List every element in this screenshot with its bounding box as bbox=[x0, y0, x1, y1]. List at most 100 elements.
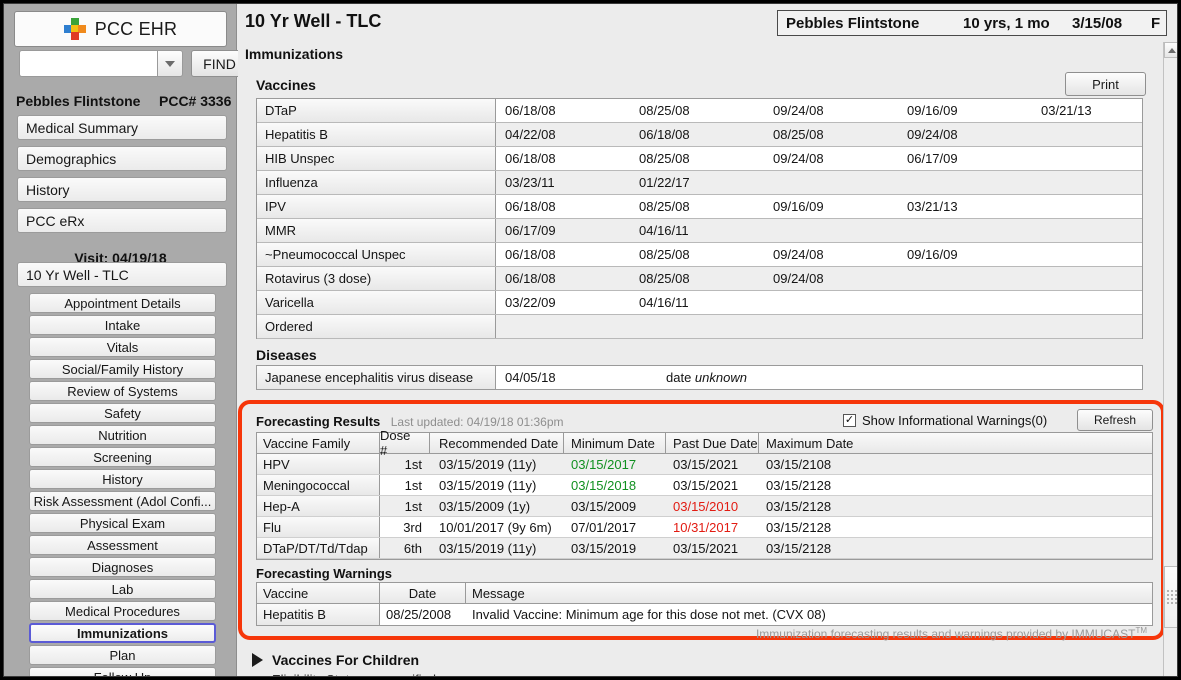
vaccine-date: 09/24/08 bbox=[773, 271, 824, 286]
vaccine-date: 06/17/09 bbox=[907, 151, 958, 166]
table-row[interactable]: Hep-A 1st 03/15/2009 (1y) 03/15/2009 03/… bbox=[257, 496, 1152, 517]
sidebar-item-intake[interactable]: Intake bbox=[29, 315, 216, 335]
vaccine-date: 04/16/11 bbox=[639, 223, 689, 238]
sidebar-item-nutrition[interactable]: Nutrition bbox=[29, 425, 216, 445]
vaccine-date: 09/24/08 bbox=[773, 247, 824, 262]
vaccines-section-title: Vaccines bbox=[256, 77, 316, 93]
pcc-cross-logo-icon bbox=[63, 18, 86, 40]
table-row[interactable]: MMR 06/17/09 04/16/11 bbox=[257, 219, 1142, 243]
main-scrollbar[interactable] bbox=[1163, 42, 1177, 676]
table-row[interactable]: Hepatitis B 04/22/08 06/18/08 08/25/08 0… bbox=[257, 123, 1142, 147]
disease-note-value: unknown bbox=[694, 370, 747, 385]
scrollbar-thumb[interactable] bbox=[1164, 566, 1177, 628]
sidebar-visit-button[interactable]: 10 Yr Well - TLC bbox=[17, 262, 227, 287]
vaccine-dates: 06/18/08 08/25/08 09/24/08 06/17/09 bbox=[496, 147, 1142, 170]
vaccine-name: Hepatitis B bbox=[257, 123, 496, 146]
pcc-ehr-window: PCC EHR FIND Pebbles Flintstone PCC# 333… bbox=[3, 3, 1178, 677]
table-row[interactable]: Meningococcal 1st 03/15/2019 (11y) 03/15… bbox=[257, 475, 1152, 496]
table-row[interactable]: Hepatitis B 08/25/2008 Invalid Vaccine: … bbox=[257, 604, 1152, 625]
forecasting-warnings-table: Vaccine Date Message Hepatitis B 08/25/2… bbox=[256, 582, 1153, 626]
table-row[interactable]: DTaP 06/18/08 08/25/08 09/24/08 09/16/09… bbox=[257, 99, 1142, 123]
cell-minimum-date: 07/01/2017 bbox=[571, 519, 637, 535]
vaccine-name: Varicella bbox=[257, 291, 496, 314]
cell-minimum-date: 03/15/2018 bbox=[571, 477, 637, 493]
sidebar-item-immunizations[interactable]: Immunizations bbox=[29, 623, 216, 643]
vaccine-date: 06/18/08 bbox=[505, 151, 556, 166]
sidebar-item-pcc-erx[interactable]: PCC eRx bbox=[17, 208, 227, 233]
column-header-vaccine-family: Vaccine Family bbox=[257, 433, 380, 453]
table-row[interactable]: Varicella 03/22/09 04/16/11 bbox=[257, 291, 1142, 315]
column-header-date: Date bbox=[380, 583, 466, 603]
show-warnings-label: Show Informational Warnings(0) bbox=[862, 413, 1048, 428]
table-row[interactable]: Ordered bbox=[257, 315, 1142, 339]
cell-minimum-date: 03/15/2019 bbox=[571, 540, 637, 556]
sidebar-item-medical-summary[interactable]: Medical Summary bbox=[17, 115, 227, 140]
vaccine-date: 09/16/09 bbox=[907, 247, 958, 262]
sidebar-item-review-of-systems[interactable]: Review of Systems bbox=[29, 381, 216, 401]
sidebar-item-medical-procedures[interactable]: Medical Procedures bbox=[29, 601, 216, 621]
sidebar-item-demographics[interactable]: Demographics bbox=[17, 146, 227, 171]
forecasting-results-table: Vaccine Family Dose # Recommended Date M… bbox=[256, 428, 1153, 560]
refresh-button[interactable]: Refresh bbox=[1077, 409, 1153, 431]
column-header-recommended-date: Recommended Date bbox=[430, 433, 564, 453]
vaccines-for-children-disclosure[interactable]: Vaccines For Children bbox=[252, 652, 419, 668]
disease-name: Japanese encephalitis virus disease bbox=[257, 366, 496, 389]
vaccine-date: 08/25/08 bbox=[639, 151, 690, 166]
table-row[interactable]: HIB Unspec 06/18/08 08/25/08 09/24/08 06… bbox=[257, 147, 1142, 171]
vaccine-date: 08/25/08 bbox=[773, 127, 824, 142]
sidebar-item-vitals[interactable]: Vitals bbox=[29, 337, 216, 357]
diseases-section-title: Diseases bbox=[256, 347, 317, 363]
sidebar-item-plan[interactable]: Plan bbox=[29, 645, 216, 665]
diseases-table[interactable]: Japanese encephalitis virus disease 04/0… bbox=[256, 365, 1143, 390]
vaccine-date: 09/16/09 bbox=[773, 199, 824, 214]
cell-minimum-date: 03/15/2009 bbox=[571, 498, 637, 514]
sidebar-item-risk-assessment[interactable]: Risk Assessment (Adol Confi... bbox=[29, 491, 216, 511]
patient-banner[interactable]: Pebbles Flintstone 10 yrs, 1 mo 3/15/08 … bbox=[777, 10, 1167, 36]
cell-maximum-date: 03/15/2108 bbox=[766, 456, 832, 472]
find-row: FIND bbox=[19, 50, 248, 77]
sidebar-item-physical-exam[interactable]: Physical Exam bbox=[29, 513, 216, 533]
sidebar-item-lab[interactable]: Lab bbox=[29, 579, 216, 599]
vfc-label: Vaccines For Children bbox=[272, 652, 420, 668]
vaccine-name: Influenza bbox=[257, 171, 496, 194]
scroll-up-button[interactable] bbox=[1164, 42, 1177, 58]
table-row[interactable]: Rotavirus (3 dose) 06/18/08 08/25/08 09/… bbox=[257, 267, 1142, 291]
table-row[interactable]: IPV 06/18/08 08/25/08 09/16/09 03/21/13 bbox=[257, 195, 1142, 219]
sidebar-item-screening[interactable]: Screening bbox=[29, 447, 216, 467]
grip-dots-icon bbox=[1166, 590, 1177, 604]
vaccine-dates: 06/18/08 08/25/08 09/24/08 09/16/09 bbox=[496, 243, 1142, 266]
sidebar-item-history[interactable]: History bbox=[17, 177, 227, 202]
table-row[interactable]: ~Pneumococcal Unspec 06/18/08 08/25/08 0… bbox=[257, 243, 1142, 267]
print-button[interactable]: Print bbox=[1065, 72, 1146, 96]
sidebar-item-appointment-details[interactable]: Appointment Details bbox=[29, 293, 216, 313]
vaccine-date: 03/21/13 bbox=[907, 199, 958, 214]
sidebar-item-diagnoses[interactable]: Diagnoses bbox=[29, 557, 216, 577]
vaccine-dates: 03/22/09 04/16/11 bbox=[496, 291, 1142, 314]
table-row[interactable]: Influenza 03/23/11 01/22/17 bbox=[257, 171, 1142, 195]
vaccine-dates: 06/17/09 04/16/11 bbox=[496, 219, 1142, 242]
table-row[interactable]: DTaP/DT/Td/Tdap 6th 03/15/2019 (11y) 03/… bbox=[257, 538, 1152, 559]
find-input[interactable] bbox=[19, 50, 157, 77]
vaccine-dates: 06/18/08 08/25/08 09/16/09 03/21/13 bbox=[496, 195, 1142, 218]
sidebar-item-assessment[interactable]: Assessment bbox=[29, 535, 216, 555]
sidebar-item-follow-up[interactable]: Follow Up bbox=[29, 667, 216, 676]
cell-past-due-date: 10/31/2017 bbox=[673, 519, 739, 535]
table-row[interactable]: Flu 3rd 10/01/2017 (9y 6m) 07/01/2017 10… bbox=[257, 517, 1152, 538]
vaccine-name: HIB Unspec bbox=[257, 147, 496, 170]
sidebar-item-social-family-history[interactable]: Social/Family History bbox=[29, 359, 216, 379]
vaccine-date: 03/22/09 bbox=[505, 295, 556, 310]
vaccine-dates bbox=[496, 315, 1142, 338]
show-informational-warnings-checkbox[interactable]: ✓ Show Informational Warnings(0) bbox=[843, 413, 1047, 428]
cell-minimum-date: 03/15/2017 bbox=[571, 456, 637, 472]
cell-warning-vaccine: Hepatitis B bbox=[257, 604, 380, 625]
find-dropdown-button[interactable] bbox=[157, 50, 183, 77]
cell-recommended-date: 10/01/2017 (9y 6m) bbox=[439, 519, 552, 535]
sidebar-item-history-visit[interactable]: History bbox=[29, 469, 216, 489]
sidebar-item-safety[interactable]: Safety bbox=[29, 403, 216, 423]
pcc-ehr-logo-button[interactable]: PCC EHR bbox=[14, 11, 227, 47]
vaccine-date: 06/18/08 bbox=[505, 103, 556, 118]
table-row[interactable]: HPV 1st 03/15/2019 (11y) 03/15/2017 03/1… bbox=[257, 454, 1152, 475]
vaccine-date: 03/23/11 bbox=[505, 175, 555, 190]
page-visit-title: 10 Yr Well - TLC bbox=[245, 11, 382, 31]
sidebar: PCC EHR FIND Pebbles Flintstone PCC# 333… bbox=[4, 4, 248, 676]
